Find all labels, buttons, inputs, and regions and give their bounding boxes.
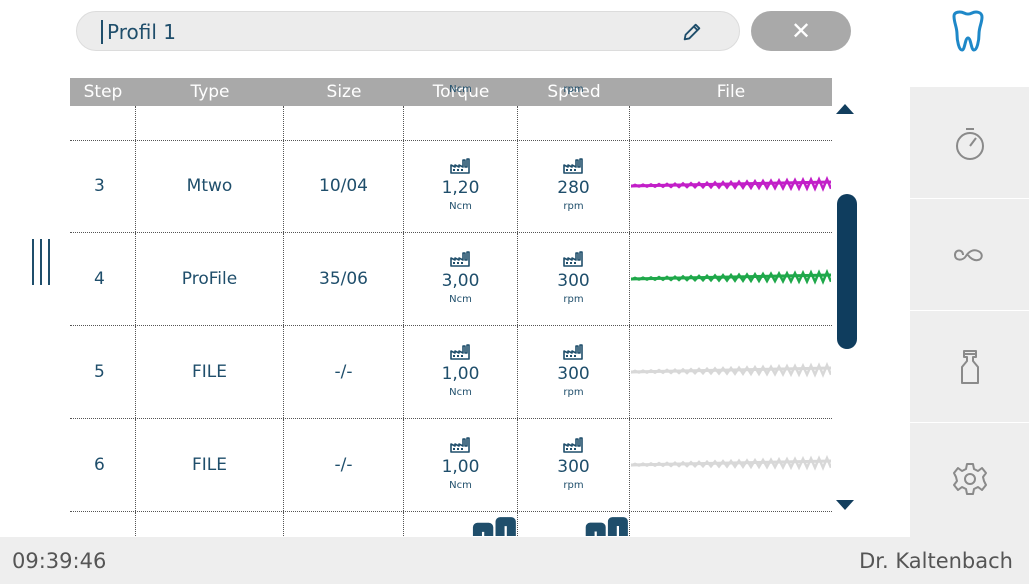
file-profile-graph (631, 175, 831, 192)
table-row[interactable]: 4 ProFile 35/06 3,00 Ncm 300 rpm (70, 233, 832, 326)
scrollbar-thumb[interactable] (837, 194, 857, 349)
factory-preset-icon (450, 437, 471, 453)
factory-preset-icon (563, 437, 584, 453)
speed-unit: rpm (563, 387, 584, 398)
speed-value: 300 (557, 364, 590, 384)
profile-name-field[interactable]: Profil 1 (76, 11, 740, 51)
cell-size: -/- (284, 326, 404, 418)
settings-gear-icon (952, 463, 987, 495)
scroll-down-arrow-icon[interactable] (836, 500, 854, 510)
cell-speed: 300 rpm (518, 326, 630, 418)
header-step: Step (83, 82, 123, 102)
factory-preset-icon (585, 517, 628, 536)
table-row-partial[interactable] (70, 512, 832, 536)
cell-speed: 300 rpm (518, 233, 630, 325)
torque-unit: Ncm (449, 480, 472, 491)
header-size: Size (326, 82, 362, 102)
cell-speed: 300 rpm (518, 419, 630, 511)
steps-table: Step Type Size Torque Speed File Ncm rpm… (70, 78, 832, 536)
header-type: Type (190, 82, 230, 102)
factory-preset-icon (450, 251, 471, 267)
cell-type: FILE (136, 326, 284, 418)
tooth-icon[interactable] (944, 8, 992, 56)
cell-step: 6 (70, 419, 136, 511)
rail-item-loop[interactable] (910, 198, 1029, 311)
cell-step: 3 (70, 140, 136, 232)
factory-preset-icon (450, 344, 471, 360)
cell-type: ProFile (136, 233, 284, 325)
cell-size: -/- (284, 419, 404, 511)
rail-item-settings[interactable] (910, 422, 1029, 535)
user-name: Dr. Kaltenbach (859, 549, 1013, 573)
side-menu (910, 86, 1029, 537)
table-row[interactable]: 5 FILE -/- 1,00 Ncm 300 rpm (70, 326, 832, 419)
speed-value: 280 (557, 178, 590, 198)
cell-step: 4 (70, 233, 136, 325)
cell-size: 10/04 (284, 140, 404, 232)
speed-value: 300 (557, 271, 590, 291)
file-profile-graph (631, 268, 831, 285)
torque-unit: Ncm (449, 84, 472, 95)
cell-torque: 1,00 Ncm (404, 419, 518, 511)
factory-preset-icon (472, 517, 516, 536)
speed-unit: rpm (563, 201, 584, 212)
torque-unit: Ncm (449, 387, 472, 398)
cell-file (630, 140, 832, 232)
clock-time: 09:39:46 (12, 549, 107, 573)
spray-bottle-icon (960, 350, 979, 384)
header-file: File (716, 82, 746, 102)
pencil-edit-icon[interactable] (681, 21, 703, 43)
close-icon: ✕ (790, 17, 812, 45)
file-profile-graph (631, 454, 831, 471)
cell-torque: 3,00 Ncm (404, 233, 518, 325)
factory-preset-icon (450, 158, 471, 174)
speed-unit: rpm (563, 294, 584, 305)
cell-type: Mtwo (136, 140, 284, 232)
torque-value: 1,00 (441, 364, 480, 384)
cell-step: 5 (70, 326, 136, 418)
profile-name-text: Profil 1 (101, 20, 176, 44)
factory-preset-icon (563, 158, 584, 174)
factory-preset-icon (563, 251, 584, 267)
speed-unit: rpm (563, 84, 584, 95)
rail-item-timer[interactable] (910, 86, 1029, 199)
torque-value: 1,00 (441, 457, 480, 477)
cell-speed: 280 rpm (518, 140, 630, 232)
cell-size: 35/06 (284, 233, 404, 325)
torque-value: 1,20 (441, 178, 480, 198)
rail-item-clean[interactable] (910, 310, 1029, 423)
cell-torque: 1,00 Ncm (404, 326, 518, 418)
file-profile-graph (631, 361, 831, 378)
cell-torque: 1,20 Ncm (404, 140, 518, 232)
cell-type: FILE (136, 419, 284, 511)
cell-file (630, 419, 832, 511)
infinity-icon (953, 249, 983, 262)
drag-handle-icon[interactable] (32, 239, 58, 287)
torque-unit: Ncm (449, 294, 472, 305)
cell-file (630, 326, 832, 418)
cell-file (630, 233, 832, 325)
stopwatch-icon (955, 128, 984, 160)
table-row-partial[interactable]: Ncm rpm (70, 84, 832, 141)
table-row[interactable]: 3 Mtwo 10/04 1,20 Ncm 280 rpm (70, 140, 832, 233)
torque-unit: Ncm (449, 201, 472, 212)
torque-value: 3,00 (441, 271, 480, 291)
speed-value: 300 (557, 457, 590, 477)
speed-unit: rpm (563, 480, 584, 491)
status-bar: 09:39:46 Dr. Kaltenbach (0, 537, 1029, 584)
factory-preset-icon (563, 344, 584, 360)
scroll-up-arrow-icon[interactable] (836, 104, 854, 114)
table-row[interactable]: 6 FILE -/- 1,00 Ncm 300 rpm (70, 419, 832, 512)
close-button[interactable]: ✕ (751, 11, 851, 51)
